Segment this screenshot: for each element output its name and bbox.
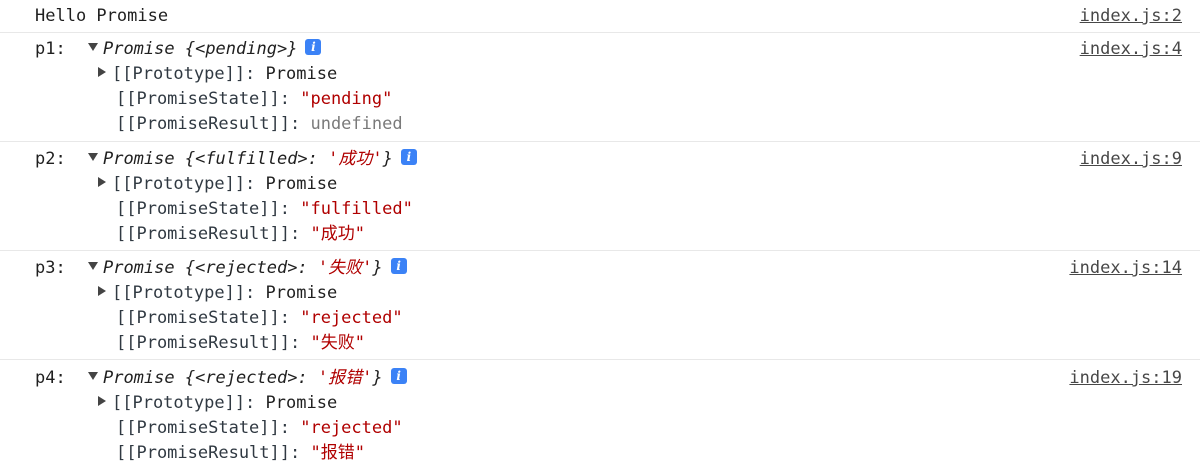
source-link[interactable]: index.js:9 xyxy=(1080,147,1182,172)
prototype-key: [[Prototype]]: xyxy=(112,283,266,303)
prototype-value: Promise xyxy=(265,174,338,194)
variable-name: p2: xyxy=(35,149,66,169)
source-link[interactable]: index.js:14 xyxy=(1069,256,1182,281)
prototype-row[interactable]: [[Prototype]]: Promise xyxy=(98,391,337,416)
prototype-row[interactable]: [[Prototype]]: Promise xyxy=(98,281,337,306)
console-panel: Hello Promise index.js:2 p1: Promise {<p… xyxy=(0,0,1200,469)
promise-summary: Promise {<pending>} xyxy=(102,39,298,59)
promise-summary: Promise {<rejected>: xyxy=(102,258,318,278)
info-icon[interactable]: i xyxy=(305,39,322,55)
result-value: "报错" xyxy=(310,443,365,463)
expand-triangle-icon[interactable] xyxy=(87,153,98,161)
info-icon[interactable]: i xyxy=(400,149,417,165)
state-value: "fulfilled" xyxy=(300,199,413,219)
promise-summary-row[interactable]: p2: Promise {<fulfilled>: '成功'} i xyxy=(35,147,417,172)
state-row: [[PromiseState]]: "rejected" xyxy=(116,416,403,441)
prototype-value: Promise xyxy=(265,64,338,84)
promise-summary-suffix: } xyxy=(382,149,393,169)
info-icon[interactable]: i xyxy=(390,368,407,384)
state-key: [[PromiseState]]: xyxy=(116,418,301,438)
source-link[interactable]: index.js:2 xyxy=(1080,4,1182,29)
promise-summary: Promise {<rejected>: xyxy=(102,368,318,388)
prototype-key: [[Prototype]]: xyxy=(112,64,266,84)
result-row: [[PromiseResult]]: "成功" xyxy=(116,222,365,247)
console-message-p3: p3: Promise {<rejected>: '失败'} i index.js… xyxy=(0,251,1200,360)
promise-summary-suffix: } xyxy=(372,368,383,388)
expand-triangle-icon[interactable] xyxy=(87,372,98,380)
collapse-triangle-icon[interactable] xyxy=(98,67,106,77)
log-text: Hello Promise xyxy=(35,6,169,26)
result-key: [[PromiseResult]]: xyxy=(116,333,311,353)
prototype-key: [[Prototype]]: xyxy=(112,393,266,413)
promise-summary-value: '报错' xyxy=(317,368,373,388)
state-row: [[PromiseState]]: "pending" xyxy=(116,87,392,112)
result-value: "失败" xyxy=(310,333,365,353)
state-value: "rejected" xyxy=(300,418,403,438)
state-value: "rejected" xyxy=(300,308,403,328)
collapse-triangle-icon[interactable] xyxy=(98,396,106,406)
prototype-row[interactable]: [[Prototype]]: Promise xyxy=(98,172,337,197)
collapse-triangle-icon[interactable] xyxy=(98,177,106,187)
promise-summary-value: '失败' xyxy=(317,258,373,278)
state-row: [[PromiseState]]: "fulfilled" xyxy=(116,197,413,222)
promise-summary-row[interactable]: p1: Promise {<pending>} i xyxy=(35,37,322,62)
result-key: [[PromiseResult]]: xyxy=(116,224,311,244)
info-icon[interactable]: i xyxy=(390,258,407,274)
prototype-value: Promise xyxy=(265,283,338,303)
prototype-value: Promise xyxy=(265,393,338,413)
source-link[interactable]: index.js:19 xyxy=(1069,366,1182,391)
variable-name: p3: xyxy=(35,258,66,278)
state-key: [[PromiseState]]: xyxy=(116,199,301,219)
result-key: [[PromiseResult]]: xyxy=(116,114,311,134)
promise-summary: Promise {<fulfilled>: xyxy=(102,149,329,169)
console-message-p2: p2: Promise {<fulfilled>: '成功'} i index.j… xyxy=(0,142,1200,251)
variable-name: p1: xyxy=(35,39,66,59)
console-message-p1: p1: Promise {<pending>} i index.js:4 [[Pr… xyxy=(0,33,1200,142)
expand-triangle-icon[interactable] xyxy=(87,262,98,270)
result-row: [[PromiseResult]]: "报错" xyxy=(116,441,365,466)
console-message-p4: p4: Promise {<rejected>: '报错'} i index.js… xyxy=(0,360,1200,469)
variable-name: p4: xyxy=(35,368,66,388)
result-value: undefined xyxy=(310,114,403,134)
result-value: "成功" xyxy=(310,224,365,244)
prototype-row[interactable]: [[Prototype]]: Promise xyxy=(98,62,337,87)
promise-summary-value: '成功' xyxy=(328,149,383,169)
source-link[interactable]: index.js:4 xyxy=(1080,37,1182,62)
state-value: "pending" xyxy=(300,89,393,109)
promise-summary-row[interactable]: p4: Promise {<rejected>: '报错'} i xyxy=(35,366,407,391)
collapse-triangle-icon[interactable] xyxy=(98,286,106,296)
state-key: [[PromiseState]]: xyxy=(116,308,301,328)
state-row: [[PromiseState]]: "rejected" xyxy=(116,306,403,331)
promise-summary-row[interactable]: p3: Promise {<rejected>: '失败'} i xyxy=(35,256,407,281)
console-message-log: Hello Promise index.js:2 xyxy=(0,0,1200,33)
result-row: [[PromiseResult]]: undefined xyxy=(116,112,403,137)
expand-triangle-icon[interactable] xyxy=(87,43,98,51)
result-row: [[PromiseResult]]: "失败" xyxy=(116,331,365,356)
result-key: [[PromiseResult]]: xyxy=(116,443,311,463)
state-key: [[PromiseState]]: xyxy=(116,89,301,109)
promise-summary-suffix: } xyxy=(372,258,383,278)
prototype-key: [[Prototype]]: xyxy=(112,174,266,194)
